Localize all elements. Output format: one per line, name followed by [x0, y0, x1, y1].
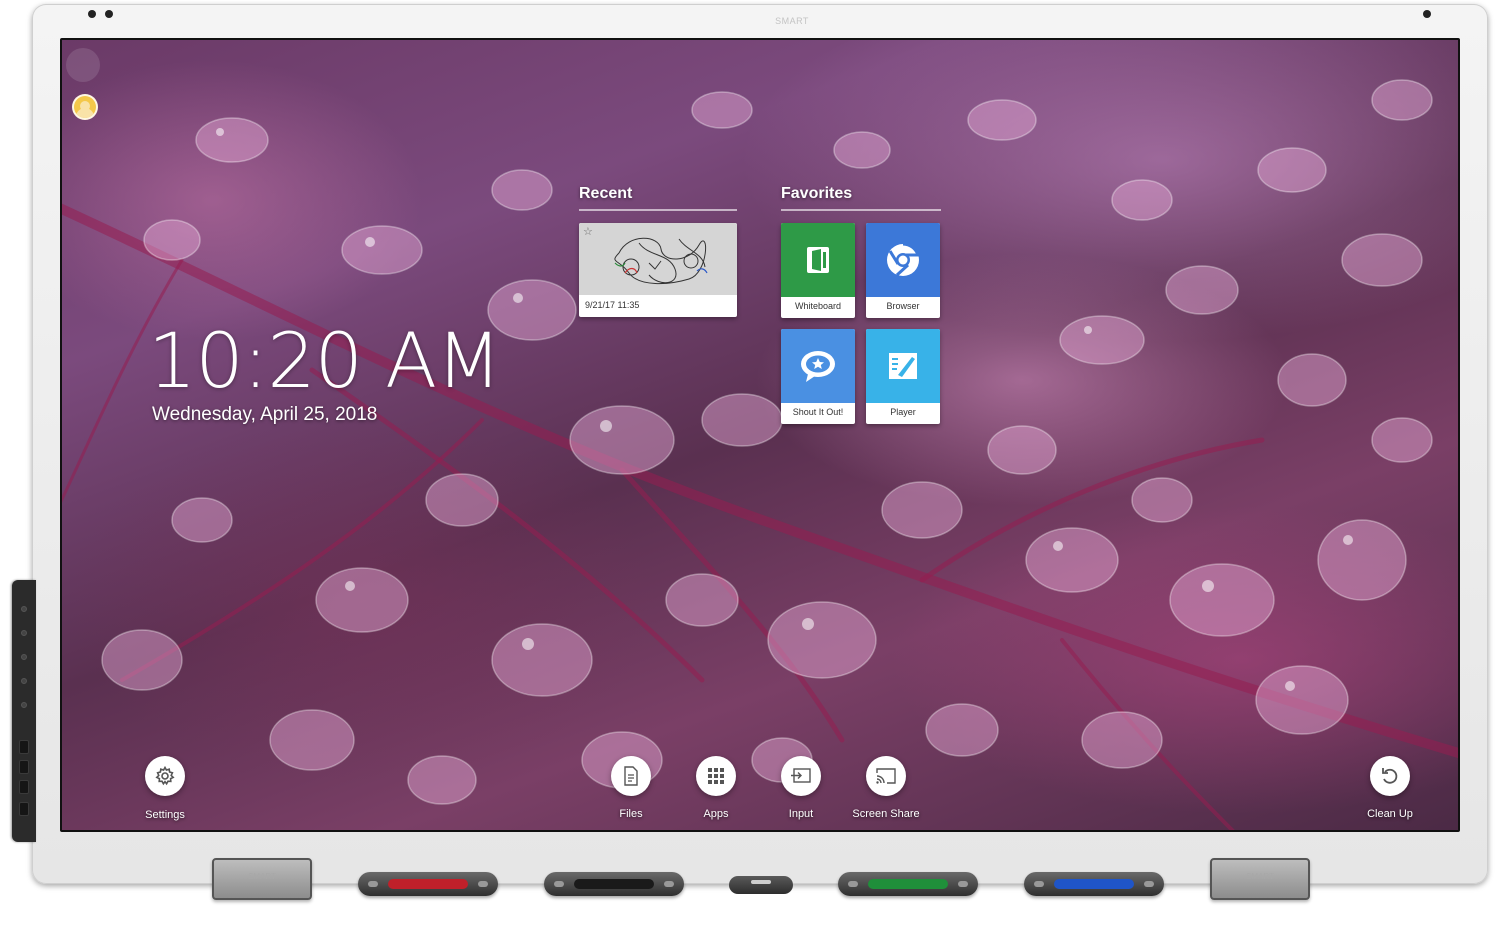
usb-port — [19, 740, 29, 754]
favorite-tile-shout-it-out[interactable]: Shout It Out! — [781, 329, 855, 424]
pen-cap — [848, 881, 858, 887]
pen-cap — [554, 881, 564, 887]
settings-button[interactable] — [145, 756, 185, 796]
shout-it-out-tile-icon-area — [781, 329, 855, 403]
player-tile-icon-area — [866, 329, 940, 403]
avatar-halo — [66, 48, 100, 82]
eraser-slot[interactable] — [729, 876, 793, 894]
clean-up-label: Clean Up — [1367, 808, 1413, 820]
pen-barrel — [1054, 879, 1134, 889]
file-icon — [624, 766, 638, 786]
camera-dot-left — [88, 10, 96, 18]
pen-barrel — [388, 879, 468, 889]
usb-port — [19, 760, 29, 774]
shout-it-out-icon — [801, 351, 835, 382]
wallpaper-image — [62, 79, 1458, 830]
whiteboard-sketch-thumbnail — [614, 237, 708, 285]
player-icon — [889, 353, 917, 379]
whiteboard-icon — [807, 247, 829, 273]
power-button[interactable] — [21, 606, 27, 612]
favorites-heading: Favorites — [781, 185, 941, 211]
browser-tile-label: Browser — [886, 301, 920, 311]
favorite-tile-whiteboard[interactable]: Whiteboard — [781, 223, 855, 318]
browser-icon — [887, 242, 921, 277]
screen-share-icon — [876, 768, 896, 784]
input-source-icon — [791, 768, 811, 783]
camera-dot-left-2 — [105, 10, 113, 18]
sensor-dot-right — [1423, 10, 1431, 18]
recent-item-timestamp: 9/21/17 11:35 — [585, 300, 640, 310]
undo-arrow-icon — [1382, 768, 1398, 784]
favorite-tile-browser[interactable]: Browser — [866, 223, 940, 318]
pen-barrel — [868, 879, 948, 889]
volume-up-button[interactable] — [21, 678, 27, 684]
whiteboard-tile-label: Whiteboard — [794, 301, 842, 311]
pen-blue[interactable] — [1024, 872, 1164, 896]
pen-black[interactable] — [544, 872, 684, 896]
screen-share-button[interactable] — [866, 756, 906, 796]
recent-item-thumbnail — [579, 223, 737, 295]
recent-heading: Recent — [579, 185, 737, 211]
pen-barrel — [574, 879, 654, 889]
star-icon[interactable]: ☆ — [583, 225, 593, 238]
whiteboard-tile-icon-area — [781, 223, 855, 297]
gear-icon — [155, 766, 175, 786]
clean-up-button[interactable] — [1370, 756, 1410, 796]
pen-tip — [664, 881, 674, 887]
home-screen: 10:20 AM Wednesday, April 25, 2018 Recen… — [62, 40, 1458, 830]
side-control-panel — [12, 580, 36, 842]
apps-grid-icon — [708, 768, 724, 784]
clock-date: Wednesday, April 25, 2018 — [152, 404, 378, 425]
usb-port — [19, 802, 29, 816]
pen-green[interactable] — [838, 872, 978, 896]
input-select-button[interactable] — [21, 654, 27, 660]
pen-tip — [1144, 881, 1154, 887]
hdmi-port — [19, 780, 29, 794]
pen-tip — [958, 881, 968, 887]
avatar-head-shape — [80, 101, 90, 111]
player-tile-label: Player — [890, 407, 916, 417]
tray-right-logo: SMART — [1246, 872, 1274, 881]
shout-it-out-tile-label: Shout It Out! — [792, 407, 844, 417]
recent-item-card[interactable]: ☆ 9/21/17 11:35 — [579, 223, 737, 317]
pen-cap — [1034, 881, 1044, 887]
volume-down-button[interactable] — [21, 702, 27, 708]
pen-tip — [478, 881, 488, 887]
screen-share-label: Screen Share — [852, 808, 920, 820]
input-button[interactable] — [781, 756, 821, 796]
files-button[interactable] — [611, 756, 651, 796]
pen-cap — [368, 881, 378, 887]
tray-left-button[interactable]: SMART — [212, 858, 312, 900]
favorite-tile-player[interactable]: Player — [866, 329, 940, 424]
home-button[interactable] — [21, 630, 27, 636]
apps-button[interactable] — [696, 756, 736, 796]
tray-left-logo: SMART — [248, 872, 276, 881]
tray-right-button[interactable]: SMART — [1210, 858, 1310, 900]
browser-tile-icon-area — [866, 223, 940, 297]
settings-label: Settings — [145, 809, 185, 821]
pen-red[interactable] — [358, 872, 498, 896]
brand-logo-top: SMART — [775, 16, 809, 26]
user-avatar[interactable] — [72, 94, 98, 120]
clock-time: 10:20 AM — [148, 316, 502, 405]
